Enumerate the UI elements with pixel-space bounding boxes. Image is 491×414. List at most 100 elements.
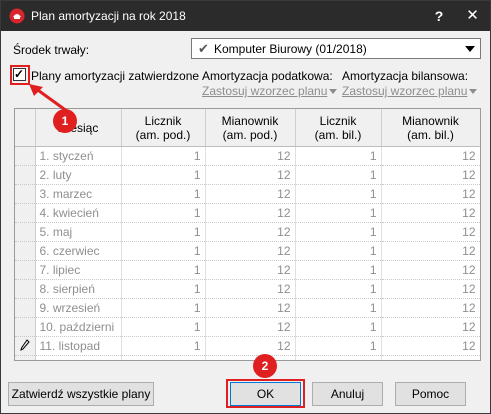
cell-month[interactable]: 3. marzec <box>35 184 122 204</box>
cell-bal-numerator[interactable]: 1 <box>295 336 382 356</box>
table-row[interactable]: 3. marzec 1 12 1 12 <box>15 184 480 204</box>
help-button[interactable]: Pomoc <box>395 382 466 406</box>
cell-month[interactable]: 9. wrzesień <box>35 298 122 318</box>
row-indicator[interactable] <box>15 279 36 299</box>
column-header-bal-denominator[interactable]: Mianownik (am. bil.) <box>381 109 480 147</box>
cell-bal-denominator[interactable]: 12 <box>381 184 480 204</box>
balance-template-link[interactable]: Zastosuj wzorzec planu <box>342 84 478 98</box>
row-indicator[interactable] <box>15 222 36 242</box>
cell-bal-numerator[interactable]: 1 <box>295 165 382 185</box>
cell-month[interactable]: 10. październi <box>35 317 122 337</box>
cell-bal-denominator[interactable]: 12 <box>381 298 480 318</box>
cell-bal-numerator[interactable]: 1 <box>295 317 382 337</box>
cell-month[interactable]: 8. sierpień <box>35 279 122 299</box>
cell-tax-numerator[interactable]: 1 <box>121 317 206 337</box>
cell-bal-numerator[interactable]: 1 <box>295 298 382 318</box>
cell-bal-numerator[interactable]: 1 <box>295 203 382 223</box>
cell-tax-denominator[interactable]: 12 <box>205 146 296 166</box>
cell-bal-denominator[interactable]: 12 <box>381 241 480 261</box>
cell-bal-denominator[interactable]: 12 <box>381 317 480 337</box>
cell-bal-denominator[interactable]: 12 <box>381 336 480 356</box>
row-indicator[interactable] <box>15 355 36 360</box>
table-row[interactable]: 7. lipiec 1 12 1 12 <box>15 260 480 280</box>
cell-month[interactable]: 6. czerwiec <box>35 241 122 261</box>
cancel-button[interactable]: Anuluj <box>312 382 383 406</box>
row-indicator[interactable] <box>15 317 36 337</box>
table-row[interactable]: 11. listopad 1 12 1 12 <box>15 336 480 356</box>
dialog-window: Plan amortyzacji na rok 2018 ? ✕ Środek … <box>0 0 491 414</box>
tax-template-link[interactable]: Zastosuj wzorzec planu <box>202 84 338 98</box>
help-title-button[interactable]: ? <box>423 1 455 31</box>
row-indicator[interactable] <box>15 184 36 204</box>
cell-month[interactable]: 4. kwiecień <box>35 203 122 223</box>
cell-tax-numerator[interactable]: 1 <box>121 355 206 360</box>
cell-tax-denominator[interactable]: 12 <box>205 241 296 261</box>
cell-bal-numerator[interactable]: 1 <box>295 279 382 299</box>
approve-all-button[interactable]: Zatwierdź wszystkie plany <box>8 382 154 406</box>
row-indicator[interactable] <box>15 241 36 261</box>
cell-tax-numerator[interactable]: 1 <box>121 336 206 356</box>
table-row[interactable]: 8. sierpień 1 12 1 12 <box>15 279 480 299</box>
cell-bal-denominator[interactable]: 12 <box>381 203 480 223</box>
cell-tax-denominator[interactable]: 12 <box>205 222 296 242</box>
cell-tax-numerator[interactable]: 1 <box>121 184 206 204</box>
cell-tax-denominator[interactable]: 12 <box>205 336 296 356</box>
cell-tax-numerator[interactable]: 1 <box>121 241 206 261</box>
table-row[interactable]: 5. maj 1 12 1 12 <box>15 222 480 242</box>
row-indicator[interactable] <box>15 260 36 280</box>
title-bar[interactable]: Plan amortyzacji na rok 2018 ? ✕ <box>1 1 490 31</box>
cell-bal-denominator[interactable]: 12 <box>381 146 480 166</box>
cell-month[interactable]: 11. listopad <box>35 336 122 356</box>
cell-bal-numerator[interactable]: 1 <box>295 241 382 261</box>
cell-month[interactable]: 12. grudzień <box>35 355 122 360</box>
cell-tax-denominator[interactable]: 12 <box>205 279 296 299</box>
table-row[interactable]: 10. październi 1 12 1 12 <box>15 317 480 337</box>
row-indicator[interactable] <box>15 146 36 166</box>
cell-tax-denominator[interactable]: 12 <box>205 298 296 318</box>
cell-tax-numerator[interactable]: 1 <box>121 222 206 242</box>
cell-tax-denominator[interactable]: 12 <box>205 165 296 185</box>
cell-bal-denominator[interactable]: 12 <box>381 222 480 242</box>
table-row[interactable]: 9. wrzesień 1 12 1 12 <box>15 298 480 318</box>
cell-bal-numerator[interactable]: 1 <box>295 184 382 204</box>
cell-month[interactable]: 7. lipiec <box>35 260 122 280</box>
column-header-tax-denominator[interactable]: Mianownik (am. pod.) <box>205 109 296 147</box>
cell-month[interactable]: 1. styczeń <box>35 146 122 166</box>
amortization-grid[interactable]: Miesiąc Licznik (am. pod.) Mianownik (am. … <box>14 108 481 361</box>
cell-tax-denominator[interactable]: 12 <box>205 184 296 204</box>
cell-tax-denominator[interactable]: 12 <box>205 355 296 360</box>
cell-tax-denominator[interactable]: 12 <box>205 260 296 280</box>
cell-bal-denominator[interactable]: 12 <box>381 279 480 299</box>
table-row[interactable]: 6. czerwiec 1 12 1 12 <box>15 241 480 261</box>
column-header-tax-numerator[interactable]: Licznik (am. pod.) <box>121 109 206 147</box>
asset-dropdown[interactable]: ✔ Komputer Biurowy (01/2018) <box>191 38 481 59</box>
cell-bal-numerator[interactable]: 1 <box>295 146 382 166</box>
cell-tax-numerator[interactable]: 1 <box>121 203 206 223</box>
column-header-bal-numerator[interactable]: Licznik (am. bil.) <box>295 109 382 147</box>
row-indicator[interactable] <box>15 203 36 223</box>
cell-bal-numerator[interactable]: 1 <box>295 260 382 280</box>
cell-bal-denominator[interactable]: 12 <box>381 165 480 185</box>
row-indicator[interactable] <box>15 298 36 318</box>
cell-tax-numerator[interactable]: 1 <box>121 279 206 299</box>
cell-tax-numerator[interactable]: 1 <box>121 260 206 280</box>
cell-tax-numerator[interactable]: 1 <box>121 146 206 166</box>
cell-tax-denominator[interactable]: 12 <box>205 317 296 337</box>
close-button[interactable]: ✕ <box>455 1 490 31</box>
tax-template-link-text: Zastosuj wzorzec planu <box>202 84 328 98</box>
cell-bal-denominator[interactable]: 12 <box>381 260 480 280</box>
cell-tax-numerator[interactable]: 1 <box>121 298 206 318</box>
table-row[interactable]: 1. styczeń 1 12 1 12 <box>15 146 480 166</box>
cell-bal-numerator[interactable]: 1 <box>295 222 382 242</box>
row-indicator[interactable] <box>15 165 36 185</box>
cell-tax-denominator[interactable]: 12 <box>205 203 296 223</box>
cell-month[interactable]: 5. maj <box>35 222 122 242</box>
edit-pencil-icon[interactable] <box>15 336 36 356</box>
table-row[interactable]: 12. grudzień112112 <box>15 355 480 360</box>
cell-bal-denominator[interactable]: 12 <box>381 355 480 360</box>
cell-tax-numerator[interactable]: 1 <box>121 165 206 185</box>
cell-month[interactable]: 2. luty <box>35 165 122 185</box>
table-row[interactable]: 4. kwiecień 1 12 1 12 <box>15 203 480 223</box>
cell-bal-numerator[interactable]: 1 <box>295 355 382 360</box>
table-row[interactable]: 2. luty 1 12 1 12 <box>15 165 480 185</box>
